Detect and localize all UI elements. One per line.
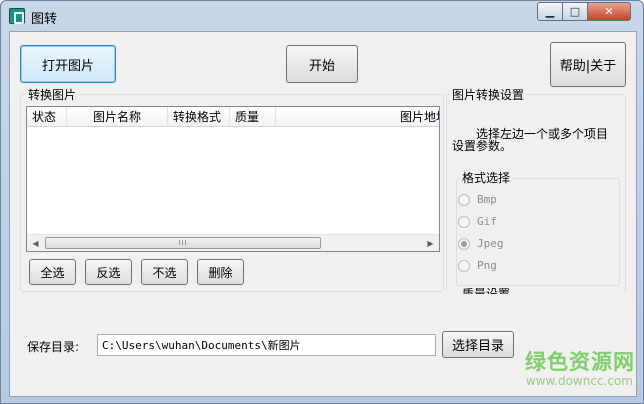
invert-selection-button[interactable]: 反选 xyxy=(85,259,132,285)
radio-bmp[interactable] xyxy=(458,193,470,206)
column-image-name[interactable]: 图片名称 xyxy=(67,107,168,126)
format-option-gif[interactable]: Gif xyxy=(458,215,497,228)
watermark-text: 绿色资源网 xyxy=(525,350,635,374)
format-option-jpeg[interactable]: Jpeg xyxy=(458,237,504,250)
scroll-left-icon[interactable]: ◀ xyxy=(27,235,44,251)
watermark-url: www.downcc.com xyxy=(525,374,633,388)
delete-button[interactable]: 删除 xyxy=(197,259,244,285)
radio-png[interactable] xyxy=(458,259,470,272)
horizontal-scrollbar[interactable]: ◀ III ▶ xyxy=(27,234,439,251)
maximize-button[interactable]: □ xyxy=(562,2,588,21)
close-button[interactable]: ✕ xyxy=(587,2,631,21)
convert-group-label: 转换图片 xyxy=(26,86,79,103)
radio-gif[interactable] xyxy=(458,215,470,228)
column-format[interactable]: 转换格式 xyxy=(168,107,230,126)
deselect-button[interactable]: 不选 xyxy=(141,259,188,285)
column-quality[interactable]: 质量 xyxy=(230,107,276,126)
quality-group-label: 质量设置 xyxy=(460,288,513,294)
format-group-label: 格式选择 xyxy=(460,169,513,186)
app-icon xyxy=(9,8,25,24)
help-about-button[interactable]: 帮助|关于 xyxy=(550,42,626,87)
client-area: 打开图片 开始 帮助|关于 转换图片 状态 图片名称 转换格式 质量 图片地址 … xyxy=(9,31,637,397)
settings-description-line2: 设置参数。 xyxy=(452,139,513,153)
image-list[interactable]: 状态 图片名称 转换格式 质量 图片地址 ◀ III ▶ xyxy=(26,106,440,252)
window-title: 图转 xyxy=(31,12,58,27)
settings-group-label: 图片转换设置 xyxy=(450,86,527,103)
save-dir-label: 保存目录: xyxy=(27,340,80,354)
main-window: 图转 ▁ □ ✕ 打开图片 开始 帮助|关于 转换图片 状态 图片名称 转换格式… xyxy=(0,0,644,404)
save-dir-input[interactable] xyxy=(97,334,436,356)
select-all-button[interactable]: 全选 xyxy=(29,259,76,285)
minimize-button[interactable]: ▁ xyxy=(537,2,563,21)
radio-jpeg[interactable] xyxy=(458,237,470,250)
open-image-button[interactable]: 打开图片 xyxy=(20,45,116,83)
column-status[interactable]: 状态 xyxy=(27,107,67,126)
scroll-right-icon[interactable]: ▶ xyxy=(422,235,439,251)
format-option-png[interactable]: Png xyxy=(458,259,497,272)
start-button[interactable]: 开始 xyxy=(286,45,358,83)
choose-dir-button[interactable]: 选择目录 xyxy=(442,331,514,358)
scroll-grip: III xyxy=(178,239,188,247)
list-header: 状态 图片名称 转换格式 质量 图片地址 xyxy=(27,107,439,127)
title-bar[interactable]: 图转 ▁ □ ✕ xyxy=(1,1,643,31)
scroll-thumb[interactable]: III xyxy=(45,237,321,249)
column-image-path[interactable]: 图片地址 xyxy=(276,107,439,126)
format-option-bmp[interactable]: Bmp xyxy=(458,193,497,206)
